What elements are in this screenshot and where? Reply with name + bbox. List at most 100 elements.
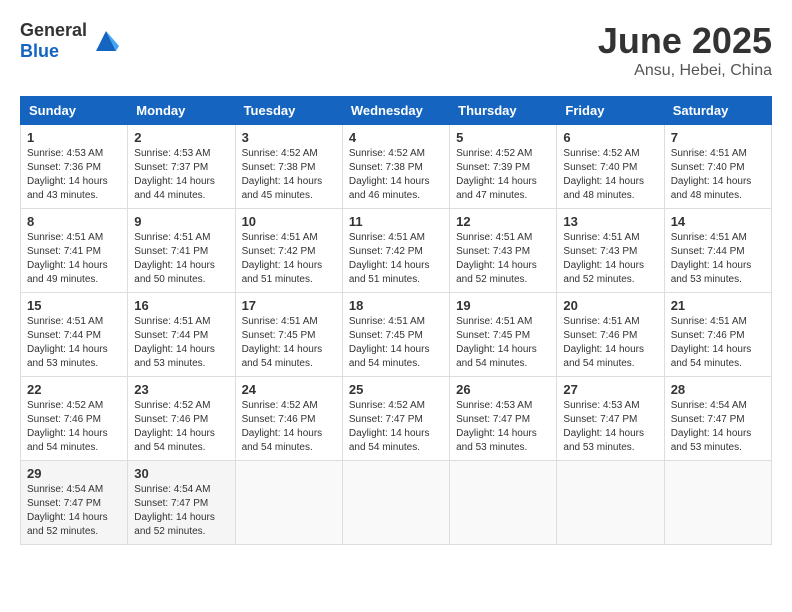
calendar-cell: 24 Sunrise: 4:52 AMSunset: 7:46 PMDayligh… (235, 377, 342, 461)
calendar-cell: 19 Sunrise: 4:51 AMSunset: 7:45 PMDayligh… (450, 293, 557, 377)
calendar-cell (235, 461, 342, 545)
logo-general-text: General (20, 20, 87, 40)
day-number: 1 (27, 130, 121, 145)
day-detail: Sunrise: 4:51 AMSunset: 7:41 PMDaylight:… (27, 231, 121, 287)
day-number: 18 (349, 298, 443, 313)
logo: General Blue (20, 20, 121, 62)
weekday-header-friday: Friday (557, 97, 664, 125)
day-detail: Sunrise: 4:51 AMSunset: 7:43 PMDaylight:… (563, 231, 657, 287)
day-number: 24 (242, 382, 336, 397)
calendar-cell: 15Sunrise: 4:51 AMSunset: 7:44 PMDayligh… (21, 293, 128, 377)
calendar-cell: 27 Sunrise: 4:53 AMSunset: 7:47 PMDayligh… (557, 377, 664, 461)
calendar-cell: 7 Sunrise: 4:51 AMSunset: 7:40 PMDaylight… (664, 125, 771, 209)
day-number: 17 (242, 298, 336, 313)
calendar-week-row: 1 Sunrise: 4:53 AMSunset: 7:36 PMDaylight… (21, 125, 772, 209)
calendar-cell: 16Sunrise: 4:51 AMSunset: 7:44 PMDayligh… (128, 293, 235, 377)
day-number: 25 (349, 382, 443, 397)
calendar-cell: 30 Sunrise: 4:54 AMSunset: 7:47 PMDayligh… (128, 461, 235, 545)
day-number: 8 (27, 214, 121, 229)
day-number: 3 (242, 130, 336, 145)
calendar-cell: 1 Sunrise: 4:53 AMSunset: 7:36 PMDaylight… (21, 125, 128, 209)
weekday-header-wednesday: Wednesday (342, 97, 449, 125)
calendar-cell: 13 Sunrise: 4:51 AMSunset: 7:43 PMDayligh… (557, 209, 664, 293)
day-number: 23 (134, 382, 228, 397)
calendar-cell: 4 Sunrise: 4:52 AMSunset: 7:38 PMDaylight… (342, 125, 449, 209)
calendar-cell: 18 Sunrise: 4:51 AMSunset: 7:45 PMDayligh… (342, 293, 449, 377)
day-detail: Sunrise: 4:51 AMSunset: 7:40 PMDaylight:… (671, 147, 765, 203)
day-number: 20 (563, 298, 657, 313)
calendar-week-row: 8 Sunrise: 4:51 AMSunset: 7:41 PMDaylight… (21, 209, 772, 293)
day-number: 19 (456, 298, 550, 313)
calendar-cell (664, 461, 771, 545)
day-detail: Sunrise: 4:51 AMSunset: 7:42 PMDaylight:… (242, 231, 336, 287)
day-number: 5 (456, 130, 550, 145)
day-number: 14 (671, 214, 765, 229)
day-number: 7 (671, 130, 765, 145)
day-number: 13 (563, 214, 657, 229)
day-detail: Sunrise: 4:51 AMSunset: 7:46 PMDaylight:… (671, 315, 765, 371)
calendar-cell: 29 Sunrise: 4:54 AMSunset: 7:47 PMDayligh… (21, 461, 128, 545)
calendar-cell: 9 Sunrise: 4:51 AMSunset: 7:41 PMDaylight… (128, 209, 235, 293)
day-detail: Sunrise: 4:51 AMSunset: 7:45 PMDaylight:… (349, 315, 443, 371)
day-detail: Sunrise: 4:53 AMSunset: 7:36 PMDaylight:… (27, 147, 121, 203)
calendar-cell (557, 461, 664, 545)
day-detail: Sunrise: 4:51 AMSunset: 7:45 PMDaylight:… (456, 315, 550, 371)
day-number: 4 (349, 130, 443, 145)
calendar-week-row: 22 Sunrise: 4:52 AMSunset: 7:46 PMDayligh… (21, 377, 772, 461)
calendar-cell: 23 Sunrise: 4:52 AMSunset: 7:46 PMDayligh… (128, 377, 235, 461)
title-area: June 2025 Ansu, Hebei, China (598, 20, 772, 80)
day-number: 6 (563, 130, 657, 145)
calendar-cell: 17 Sunrise: 4:51 AMSunset: 7:45 PMDayligh… (235, 293, 342, 377)
day-detail: Sunrise: 4:53 AMSunset: 7:47 PMDaylight:… (563, 399, 657, 455)
day-number: 29 (27, 466, 121, 481)
weekday-header-tuesday: Tuesday (235, 97, 342, 125)
day-number: 9 (134, 214, 228, 229)
calendar-week-row: 15Sunrise: 4:51 AMSunset: 7:44 PMDayligh… (21, 293, 772, 377)
day-detail: Sunrise: 4:54 AMSunset: 7:47 PMDaylight:… (134, 483, 228, 539)
day-detail: Sunrise: 4:52 AMSunset: 7:46 PMDaylight:… (134, 399, 228, 455)
day-number: 30 (134, 466, 228, 481)
day-detail: Sunrise: 4:51 AMSunset: 7:45 PMDaylight:… (242, 315, 336, 371)
day-detail: Sunrise: 4:52 AMSunset: 7:46 PMDaylight:… (242, 399, 336, 455)
day-detail: Sunrise: 4:52 AMSunset: 7:38 PMDaylight:… (242, 147, 336, 203)
day-number: 26 (456, 382, 550, 397)
day-detail: Sunrise: 4:51 AMSunset: 7:44 PMDaylight:… (27, 315, 121, 371)
month-title: June 2025 (598, 20, 772, 62)
calendar-cell: 20 Sunrise: 4:51 AMSunset: 7:46 PMDayligh… (557, 293, 664, 377)
day-detail: Sunrise: 4:52 AMSunset: 7:40 PMDaylight:… (563, 147, 657, 203)
day-detail: Sunrise: 4:51 AMSunset: 7:41 PMDaylight:… (134, 231, 228, 287)
day-detail: Sunrise: 4:51 AMSunset: 7:42 PMDaylight:… (349, 231, 443, 287)
day-number: 10 (242, 214, 336, 229)
calendar-header-row: SundayMondayTuesdayWednesdayThursdayFrid… (21, 97, 772, 125)
calendar-cell: 2 Sunrise: 4:53 AMSunset: 7:37 PMDaylight… (128, 125, 235, 209)
calendar-cell: 11 Sunrise: 4:51 AMSunset: 7:42 PMDayligh… (342, 209, 449, 293)
calendar-cell: 14 Sunrise: 4:51 AMSunset: 7:44 PMDayligh… (664, 209, 771, 293)
weekday-header-saturday: Saturday (664, 97, 771, 125)
day-number: 11 (349, 214, 443, 229)
calendar-cell: 12Sunrise: 4:51 AMSunset: 7:43 PMDayligh… (450, 209, 557, 293)
day-number: 12 (456, 214, 550, 229)
day-detail: Sunrise: 4:54 AMSunset: 7:47 PMDaylight:… (27, 483, 121, 539)
calendar-cell: 25Sunrise: 4:52 AMSunset: 7:47 PMDayligh… (342, 377, 449, 461)
calendar-cell (342, 461, 449, 545)
day-number: 22 (27, 382, 121, 397)
day-detail: Sunrise: 4:51 AMSunset: 7:44 PMDaylight:… (671, 231, 765, 287)
day-number: 27 (563, 382, 657, 397)
calendar-cell (450, 461, 557, 545)
day-number: 2 (134, 130, 228, 145)
day-number: 21 (671, 298, 765, 313)
day-detail: Sunrise: 4:52 AMSunset: 7:38 PMDaylight:… (349, 147, 443, 203)
day-detail: Sunrise: 4:51 AMSunset: 7:46 PMDaylight:… (563, 315, 657, 371)
calendar-cell: 5 Sunrise: 4:52 AMSunset: 7:39 PMDaylight… (450, 125, 557, 209)
calendar-week-row: 29 Sunrise: 4:54 AMSunset: 7:47 PMDayligh… (21, 461, 772, 545)
day-detail: Sunrise: 4:54 AMSunset: 7:47 PMDaylight:… (671, 399, 765, 455)
calendar-cell: 3 Sunrise: 4:52 AMSunset: 7:38 PMDaylight… (235, 125, 342, 209)
day-detail: Sunrise: 4:52 AMSunset: 7:39 PMDaylight:… (456, 147, 550, 203)
calendar-cell: 21 Sunrise: 4:51 AMSunset: 7:46 PMDayligh… (664, 293, 771, 377)
logo-icon (91, 26, 121, 56)
day-detail: Sunrise: 4:52 AMSunset: 7:46 PMDaylight:… (27, 399, 121, 455)
weekday-header-monday: Monday (128, 97, 235, 125)
day-detail: Sunrise: 4:53 AMSunset: 7:37 PMDaylight:… (134, 147, 228, 203)
logo-blue-text: Blue (20, 41, 59, 61)
location-title: Ansu, Hebei, China (598, 62, 772, 80)
